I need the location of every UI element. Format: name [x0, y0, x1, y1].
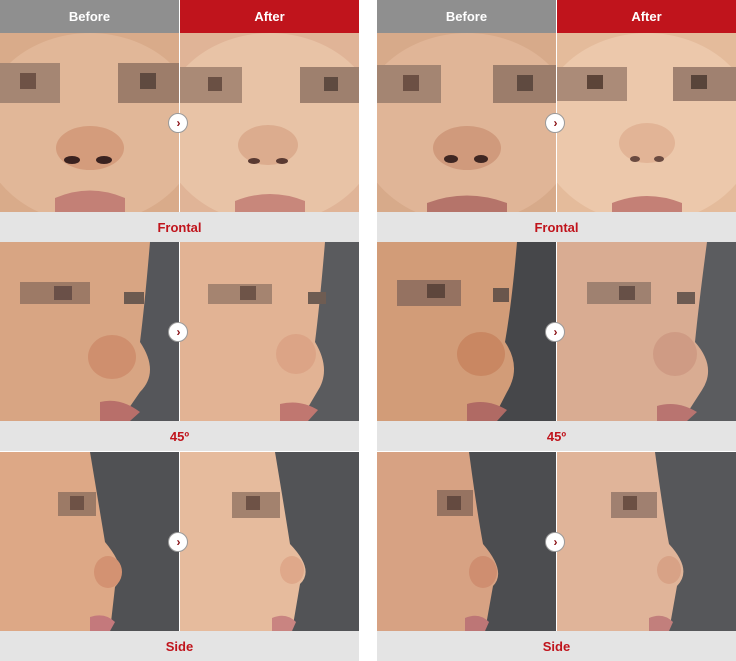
before-header: Before	[0, 0, 179, 33]
chevron-right-icon: ›	[545, 322, 565, 342]
chevron-right-icon: ›	[168, 532, 188, 552]
before-side-photo	[377, 452, 556, 631]
angle-label: 45º	[0, 421, 359, 451]
after-45-photo	[557, 242, 736, 421]
side-label: Side	[377, 631, 736, 661]
before-side-photo	[0, 452, 179, 631]
before-45-photo	[0, 242, 179, 421]
after-header: After	[557, 0, 736, 33]
before-header: Before	[377, 0, 556, 33]
after-side-photo	[180, 452, 359, 631]
frontal-label: Frontal	[0, 212, 359, 242]
frontal-label: Frontal	[377, 212, 736, 242]
after-45-photo	[180, 242, 359, 421]
after-header: After	[180, 0, 359, 33]
chevron-right-icon: ›	[545, 113, 565, 133]
chevron-right-icon: ›	[168, 322, 188, 342]
after-frontal-photo	[557, 33, 736, 212]
after-frontal-photo	[180, 33, 359, 212]
side-label: Side	[0, 631, 359, 661]
angle-label: 45º	[377, 421, 736, 451]
chevron-right-icon: ›	[545, 532, 565, 552]
after-side-photo	[557, 452, 736, 631]
comparison-panel-2: Before After Frontal 45º Side › › ›	[377, 0, 736, 661]
before-45-photo	[377, 242, 556, 421]
before-frontal-photo	[0, 33, 179, 212]
comparison-panel-1: Before After Frontal 45º Side › › ›	[0, 0, 359, 661]
before-frontal-photo	[377, 33, 556, 212]
chevron-right-icon: ›	[168, 113, 188, 133]
